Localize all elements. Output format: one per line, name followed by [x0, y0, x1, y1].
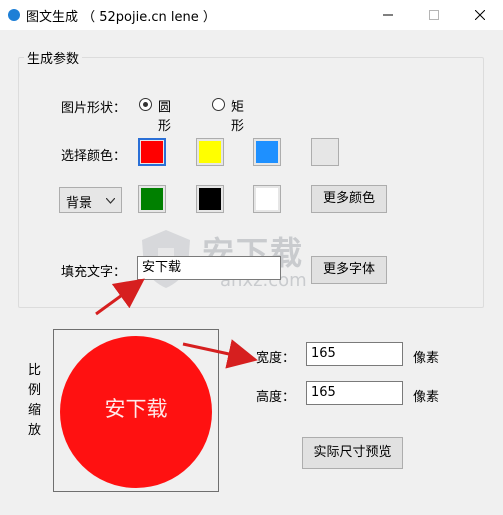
- scale-label: 比 例 缩 放: [28, 361, 44, 441]
- chevron-down-icon: [106, 198, 115, 204]
- swatch-green[interactable]: [138, 185, 166, 213]
- swatch-gray[interactable]: [311, 138, 339, 166]
- preview-canvas: 安下载: [53, 329, 219, 492]
- swatch-fill: [199, 141, 221, 163]
- radio-indicator: [212, 98, 225, 111]
- scale-label-char: 放: [28, 423, 42, 438]
- target-combo[interactable]: 背景: [59, 187, 122, 213]
- app-icon: [8, 9, 20, 21]
- height-unit: 像素: [413, 390, 440, 405]
- swatch-fill: [256, 188, 278, 210]
- height-input[interactable]: 165: [306, 381, 403, 405]
- shape-label: 图片形状：: [61, 101, 127, 116]
- more-colors-button[interactable]: 更多颜色: [311, 185, 387, 213]
- actual-size-preview-button[interactable]: 实际尺寸预览: [302, 437, 403, 469]
- swatch-black[interactable]: [196, 185, 224, 213]
- swatch-fill: [141, 188, 163, 210]
- scale-label-char: 缩: [28, 403, 42, 418]
- group-title: 生成参数: [24, 48, 83, 67]
- scale-label-char: 比: [28, 363, 42, 378]
- preview-text: 安下载: [104, 397, 168, 421]
- close-button[interactable]: [457, 0, 503, 30]
- swatch-blue[interactable]: [253, 138, 281, 166]
- swatch-fill: [141, 141, 163, 163]
- maximize-icon: [429, 10, 439, 20]
- swatch-yellow[interactable]: [196, 138, 224, 166]
- width-input[interactable]: 165: [306, 342, 403, 366]
- color-label: 选择颜色：: [61, 149, 127, 164]
- window-title: 图文生成 （ 52pojie.cn lene ）: [26, 10, 216, 25]
- swatch-white[interactable]: [253, 185, 281, 213]
- swatch-fill: [199, 188, 221, 210]
- radio-label-rect: 矩形: [231, 100, 245, 134]
- radio-indicator: [139, 98, 152, 111]
- fill-text-label: 填充文字：: [61, 265, 127, 280]
- minimize-button[interactable]: [365, 0, 411, 30]
- maximize-button[interactable]: [411, 0, 457, 30]
- radio-selected-dot: [143, 102, 148, 107]
- fill-text-input[interactable]: 安下载: [137, 256, 281, 280]
- width-unit: 像素: [413, 351, 440, 366]
- scale-label-char: 例: [28, 383, 42, 398]
- swatch-red[interactable]: [138, 138, 166, 166]
- swatch-fill: [314, 141, 336, 163]
- swatch-fill: [256, 141, 278, 163]
- combo-value: 背景: [66, 196, 93, 211]
- more-fonts-button[interactable]: 更多字体: [311, 256, 387, 284]
- close-icon: [475, 10, 485, 20]
- title-bar: 图文生成 （ 52pojie.cn lene ）: [0, 0, 503, 30]
- width-label: 宽度：: [256, 351, 296, 366]
- radio-label-circle: 圆形: [158, 100, 172, 134]
- height-label: 高度：: [256, 390, 296, 405]
- minimize-icon: [383, 14, 393, 16]
